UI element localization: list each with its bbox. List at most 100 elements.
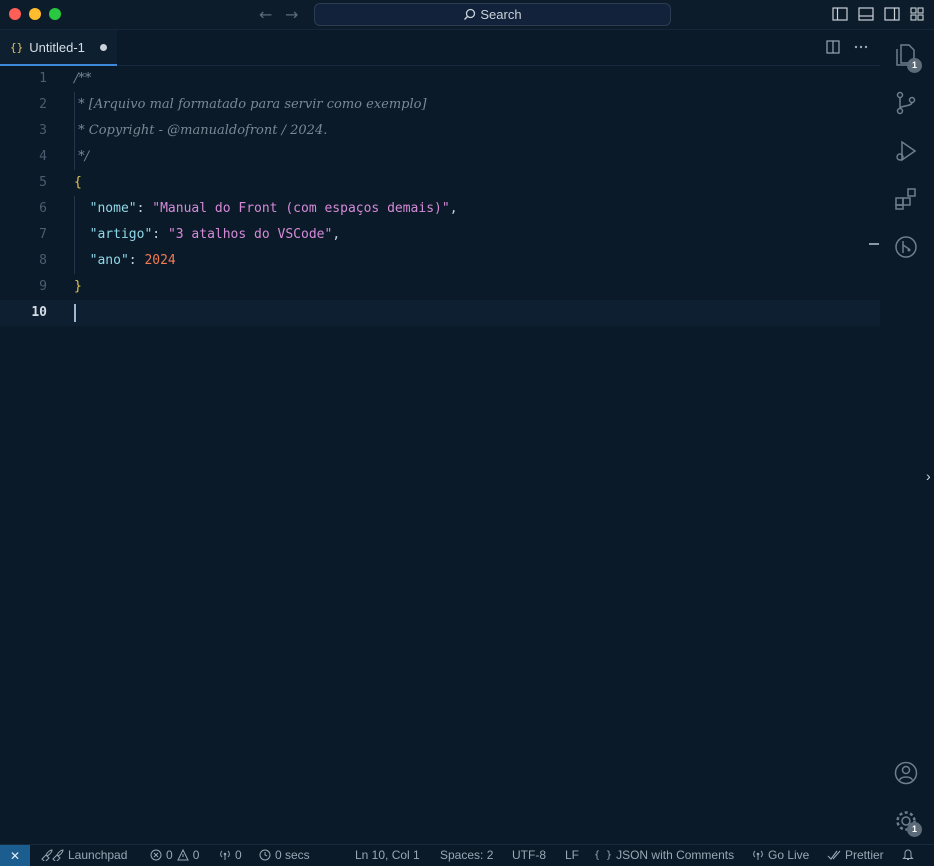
search-label: Search [480,7,522,22]
settings-badge: 1 [907,822,922,837]
tab-label: Untitled-1 [29,39,85,55]
extensions-icon[interactable] [893,186,919,212]
ports-item[interactable]: 0 [219,848,242,862]
token-punct: : [128,253,145,268]
history-icon [259,849,271,861]
ports-count: 0 [235,848,242,862]
warning-count: 0 [192,848,200,862]
window-minimize-button[interactable] [29,8,41,20]
chevron-right-icon[interactable]: › [926,468,931,484]
command-center-search[interactable]: Search [314,3,671,26]
code-line[interactable]: 2 * [Arquivo mal formatado para servir c… [0,92,880,118]
line-code: /** [74,66,91,92]
unsaved-dot-icon[interactable] [100,44,107,51]
line-number: 6 [39,201,47,216]
line-number: 5 [39,175,47,190]
error-count: 0 [166,848,173,862]
activity-bar: 1 1 [880,30,934,844]
token-comment: * Copyright - @manualdofront / 2024. [74,123,328,138]
window-maximize-button[interactable] [49,8,61,20]
editor-tab-bar: {} Untitled-1 [0,30,934,66]
status-bar: ✕ Launchpad 0 0 0 0 secs Ln 10, Col 1 Sp… [0,844,934,866]
token-punct [74,201,90,216]
more-actions-icon[interactable] [854,40,868,54]
toggle-secondary-sidebar-icon[interactable] [884,7,900,21]
text-cursor [74,304,76,322]
token-comment: * [Arquivo mal formatado para servir com… [74,97,427,112]
code-editor[interactable]: 1 /** 2 * [Arquivo mal formatado para serv… [0,66,880,844]
launchpad-item[interactable]: Launchpad [40,848,127,862]
tab-untitled-1[interactable]: {} Untitled-1 [0,30,117,66]
account-icon[interactable] [893,760,919,786]
line-number: 1 [39,71,47,86]
warning-icon [176,849,189,861]
code-line[interactable]: 9} [0,274,880,300]
code-line[interactable]: 4 */ [0,144,880,170]
token-punct: , [449,201,458,216]
token-punct [74,253,90,268]
cursor-position[interactable]: Ln 10, Col 1 [355,848,420,862]
explorer-badge: 1 [907,58,922,73]
line-code: "nome": "Manual do Front (com espaços de… [74,196,458,222]
encoding[interactable]: UTF-8 [512,848,546,862]
broadcast-icon [752,849,764,861]
token-punct: , [332,227,341,242]
code-line[interactable]: 8 "ano": 2024 [0,248,880,274]
go-live-label: Go Live [768,848,810,862]
code-line[interactable]: 3 * Copyright - @manualdofront / 2024. [0,118,880,144]
line-number: 8 [39,253,47,268]
git-graph-icon[interactable] [893,234,919,260]
line-code: * Copyright - @manualdofront / 2024. [74,118,327,144]
code-line[interactable]: 10 [0,300,880,326]
launchpad-label: Launchpad [68,848,128,862]
problems-item[interactable]: 0 0 [150,848,199,862]
token-string: "3 atalhos do VSCode" [167,227,333,242]
line-code: "artigo": "3 atalhos do VSCode", [74,222,340,248]
broadcast-icon [219,849,231,861]
run-debug-icon[interactable] [893,138,919,164]
forward-arrow-icon[interactable]: → [285,5,298,24]
go-live-item[interactable]: Go Live [752,848,809,862]
line-code: } [74,274,82,300]
token-key: "nome" [89,201,137,216]
search-icon [463,8,476,21]
timer-item[interactable]: 0 secs [259,848,310,862]
source-control-icon[interactable] [893,90,919,116]
customize-layout-icon[interactable] [910,7,924,21]
line-number: 4 [39,149,47,164]
rocket-icon [40,849,64,861]
error-icon [150,849,162,861]
title-bar: ← → Search [0,0,934,30]
prettier-label: Prettier [845,848,884,862]
token-brace: { [74,175,82,190]
back-arrow-icon[interactable]: ← [259,5,272,24]
window-close-button[interactable] [9,8,21,20]
code-line[interactable]: 7 "artigo": "3 atalhos do VSCode", [0,222,880,248]
remote-indicator-icon[interactable]: ✕ [0,845,30,866]
token-comment: */ [74,149,90,164]
toggle-primary-sidebar-icon[interactable] [832,7,848,21]
end-of-line[interactable]: LF [565,848,579,862]
indentation[interactable]: Spaces: 2 [440,848,493,862]
collapse-sidebar-icon[interactable] [869,243,879,245]
token-number: 2024 [144,253,176,268]
line-number: 7 [39,227,47,242]
line-number: 9 [39,279,47,294]
token-punct: : [136,201,153,216]
token-comment: /** [74,71,92,86]
braces-icon: { } [594,849,613,861]
token-key: "artigo" [89,227,153,242]
split-editor-icon[interactable] [826,40,840,54]
language-mode[interactable]: { } JSON with Comments [594,848,734,862]
line-code: */ [74,144,89,170]
prettier-item[interactable]: Prettier [827,848,884,862]
timer-label: 0 secs [275,848,310,862]
token-punct [74,227,90,242]
code-line[interactable]: 6 "nome": "Manual do Front (com espaços … [0,196,880,222]
token-string: "Manual do Front (com espaços demais)" [152,201,450,216]
toggle-panel-icon[interactable] [858,7,874,21]
line-code: * [Arquivo mal formatado para servir com… [74,92,427,118]
code-line[interactable]: 1 /** [0,66,880,92]
notifications-bell-icon[interactable] [902,848,914,861]
code-line[interactable]: 5{ [0,170,880,196]
